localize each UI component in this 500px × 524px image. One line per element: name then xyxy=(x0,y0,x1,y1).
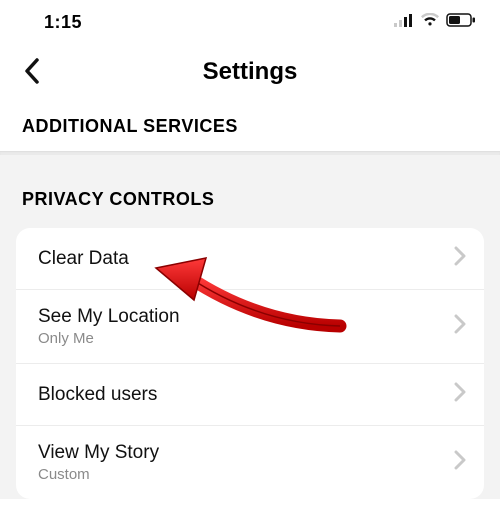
row-title: Blocked users xyxy=(38,384,157,406)
section-privacy-controls: PRIVACY CONTROLS xyxy=(0,171,500,228)
chevron-right-icon xyxy=(454,450,466,475)
privacy-list: Clear Data See My Location Only Me Block… xyxy=(16,228,484,499)
row-title: See My Location xyxy=(38,306,180,328)
section-additional-services: ADDITIONAL SERVICES xyxy=(0,100,500,151)
battery-icon xyxy=(446,13,476,32)
row-see-my-location[interactable]: See My Location Only Me xyxy=(16,290,484,364)
page-title: Settings xyxy=(203,58,298,86)
header: Settings xyxy=(0,44,500,100)
status-time: 1:15 xyxy=(44,12,82,33)
chevron-right-icon xyxy=(454,246,466,271)
row-subtitle: Custom xyxy=(38,466,159,483)
cellular-icon xyxy=(394,13,414,32)
chevron-right-icon xyxy=(454,382,466,407)
chevron-left-icon xyxy=(23,57,41,88)
status-bar: 1:15 xyxy=(0,0,500,44)
status-icons xyxy=(394,13,476,32)
row-title: Clear Data xyxy=(38,248,129,270)
row-clear-data[interactable]: Clear Data xyxy=(16,228,484,290)
row-blocked-users[interactable]: Blocked users xyxy=(16,364,484,426)
row-view-my-story[interactable]: View My Story Custom xyxy=(16,426,484,499)
back-button[interactable] xyxy=(16,56,48,88)
row-title: View My Story xyxy=(38,442,159,464)
row-subtitle: Only Me xyxy=(38,330,180,347)
chevron-right-icon xyxy=(454,314,466,339)
wifi-icon xyxy=(420,13,440,32)
